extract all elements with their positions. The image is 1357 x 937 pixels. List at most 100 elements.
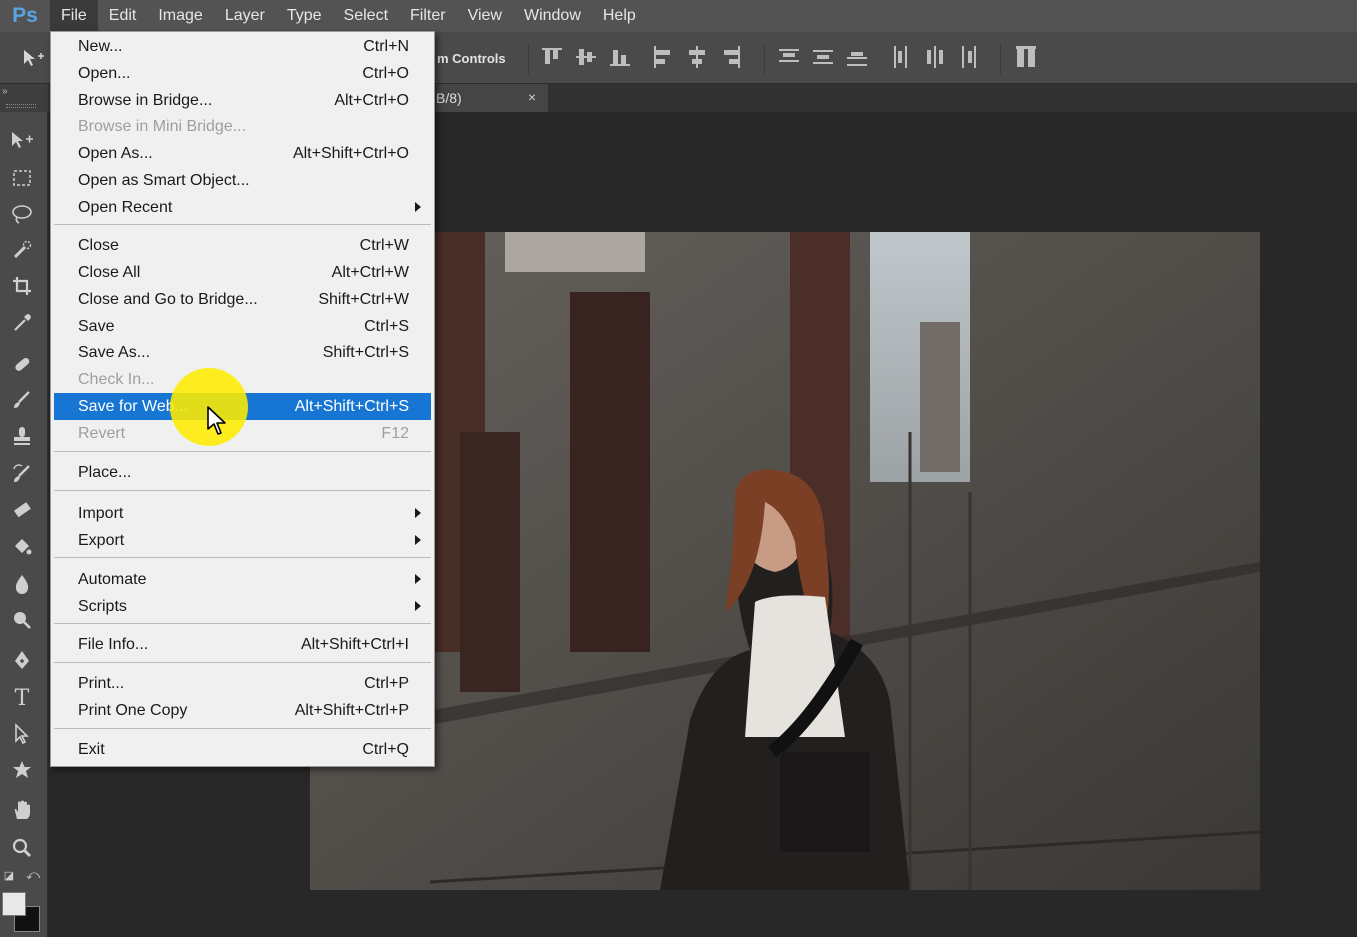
menu-item-open[interactable]: Open... Ctrl+O xyxy=(54,60,431,87)
menu-item-open-recent[interactable]: Open Recent xyxy=(54,194,431,221)
tools-panel: T ◪ ⤺ xyxy=(0,112,48,937)
menu-item-label: Close and Go to Bridge... xyxy=(78,290,258,308)
menu-item-new[interactable]: New... Ctrl+N xyxy=(54,33,431,60)
history-brush-icon[interactable] xyxy=(8,460,36,488)
menu-item-shortcut: Alt+Shift+Ctrl+P xyxy=(294,701,409,719)
align-horizontal-centers-icon[interactable] xyxy=(687,46,707,68)
menu-separator xyxy=(54,224,431,225)
menu-item-label: Place... xyxy=(78,463,132,481)
menu-item-print[interactable]: Print... Ctrl+P xyxy=(54,670,431,697)
menu-item-label: Exit xyxy=(78,740,105,758)
show-transform-controls-label[interactable]: m Controls xyxy=(437,51,506,66)
move-tool-icon[interactable] xyxy=(8,126,36,154)
menu-item-place[interactable]: Place... xyxy=(54,459,431,486)
menu-item-file-info[interactable]: File Info... Alt+Shift+Ctrl+I xyxy=(54,631,431,658)
menu-item-browse-in-bridge[interactable]: Browse in Bridge... Alt+Ctrl+O xyxy=(54,87,431,114)
dodge-icon[interactable] xyxy=(8,606,36,634)
menu-item-shortcut: Alt+Ctrl+O xyxy=(334,91,409,109)
menu-filter[interactable]: Filter xyxy=(399,0,457,32)
align-bottom-edges-icon[interactable] xyxy=(610,46,630,68)
document-canvas-photo[interactable] xyxy=(310,232,1260,890)
menu-item-label: Export xyxy=(78,531,125,549)
menu-item-close-all[interactable]: Close All Alt+Ctrl+W xyxy=(54,259,431,286)
menu-select[interactable]: Select xyxy=(333,0,399,32)
menu-item-save[interactable]: Save Ctrl+S xyxy=(54,313,431,340)
options-separator xyxy=(1000,44,1001,74)
menu-item-automate[interactable]: Automate xyxy=(54,566,431,593)
menu-item-open-as-smart-object[interactable]: Open as Smart Object... xyxy=(54,167,431,194)
photoshop-window: Ps File Edit Image Layer Type Select Fil… xyxy=(0,0,1357,937)
document-tab[interactable]: B/8) × xyxy=(436,84,548,112)
type-icon[interactable]: T xyxy=(8,684,36,712)
menu-file[interactable]: File xyxy=(50,0,98,32)
distribute-vertical-centers-icon[interactable] xyxy=(813,46,833,68)
foreground-color-swatch[interactable] xyxy=(2,892,26,916)
crop-icon[interactable] xyxy=(8,272,36,300)
zoom-icon[interactable] xyxy=(8,834,36,862)
menu-item-shortcut: Ctrl+Q xyxy=(362,740,409,758)
menu-item-label: File Info... xyxy=(78,635,149,653)
distribute-horizontal-centers-icon[interactable] xyxy=(925,46,945,68)
menu-item-shortcut: Alt+Shift+Ctrl+O xyxy=(292,144,409,162)
menu-image[interactable]: Image xyxy=(147,0,213,32)
eyedropper-icon[interactable] xyxy=(8,309,36,337)
collapse-arrows-icon[interactable]: » xyxy=(2,86,8,97)
menu-item-scripts[interactable]: Scripts xyxy=(54,593,431,620)
menu-layer[interactable]: Layer xyxy=(214,0,276,32)
close-tab-icon[interactable]: × xyxy=(528,89,536,105)
paint-bucket-icon[interactable] xyxy=(8,533,36,561)
toolbar-grip-icon[interactable] xyxy=(6,104,36,108)
move-tool-preset-icon[interactable] xyxy=(22,48,46,73)
align-right-edges-icon[interactable] xyxy=(721,46,741,68)
menu-item-shortcut: Alt+Ctrl+W xyxy=(331,263,409,281)
menu-item-close-and-go-to-bridge[interactable]: Close and Go to Bridge... Shift+Ctrl+W xyxy=(54,286,431,313)
quick-selection-icon[interactable] xyxy=(8,236,36,264)
clone-stamp-icon[interactable] xyxy=(8,422,36,450)
menu-type[interactable]: Type xyxy=(276,0,333,32)
menu-item-print-one-copy[interactable]: Print One Copy Alt+Shift+Ctrl+P xyxy=(54,697,431,724)
path-selection-icon[interactable] xyxy=(8,720,36,748)
menu-item-shortcut: Shift+Ctrl+S xyxy=(322,343,409,361)
healing-brush-icon[interactable] xyxy=(8,350,36,378)
auto-align-layers-icon[interactable] xyxy=(1016,46,1036,68)
eraser-icon[interactable] xyxy=(8,496,36,524)
distribute-right-edges-icon[interactable] xyxy=(959,46,979,68)
menu-item-close[interactable]: Close Ctrl+W xyxy=(54,232,431,259)
custom-shape-icon[interactable] xyxy=(8,756,36,784)
document-tab-title: B/8) xyxy=(436,90,462,106)
menu-item-shortcut: Alt+Shift+Ctrl+I xyxy=(300,635,409,653)
blur-icon[interactable] xyxy=(8,570,36,598)
hand-icon[interactable] xyxy=(8,796,36,824)
brush-icon[interactable] xyxy=(8,386,36,414)
align-horizontal-group xyxy=(653,46,741,68)
menu-item-shortcut: Ctrl+O xyxy=(362,64,409,82)
menu-item-label: Close xyxy=(78,236,119,254)
menu-help[interactable]: Help xyxy=(592,0,647,32)
pen-icon[interactable] xyxy=(8,646,36,674)
align-left-edges-icon[interactable] xyxy=(653,46,673,68)
options-separator xyxy=(764,44,765,74)
align-top-edges-icon[interactable] xyxy=(542,46,562,68)
submenu-arrow-icon xyxy=(415,508,421,518)
menu-edit[interactable]: Edit xyxy=(98,0,148,32)
menu-item-exit[interactable]: Exit Ctrl+Q xyxy=(54,736,431,763)
distribute-bottom-edges-icon[interactable] xyxy=(847,46,867,68)
menu-item-label: Import xyxy=(78,504,124,522)
menu-item-open-as[interactable]: Open As... Alt+Shift+Ctrl+O xyxy=(54,140,431,167)
menu-view[interactable]: View xyxy=(457,0,513,32)
auto-align-group xyxy=(1016,46,1036,68)
default-colors-icon[interactable]: ◪ xyxy=(0,866,18,884)
menu-item-export[interactable]: Export xyxy=(54,527,431,554)
lasso-icon[interactable] xyxy=(8,200,36,228)
menu-separator xyxy=(54,490,431,491)
menu-item-import[interactable]: Import xyxy=(54,500,431,527)
swap-colors-icon[interactable]: ⤺ xyxy=(24,866,42,884)
menu-item-shortcut: Shift+Ctrl+W xyxy=(318,290,409,308)
distribute-top-edges-icon[interactable] xyxy=(779,46,799,68)
menu-window[interactable]: Window xyxy=(513,0,592,32)
options-separator xyxy=(528,44,529,74)
menu-item-save-as[interactable]: Save As... Shift+Ctrl+S xyxy=(54,339,431,366)
rectangular-marquee-icon[interactable] xyxy=(8,164,36,192)
align-vertical-centers-icon[interactable] xyxy=(576,46,596,68)
distribute-left-edges-icon[interactable] xyxy=(891,46,911,68)
